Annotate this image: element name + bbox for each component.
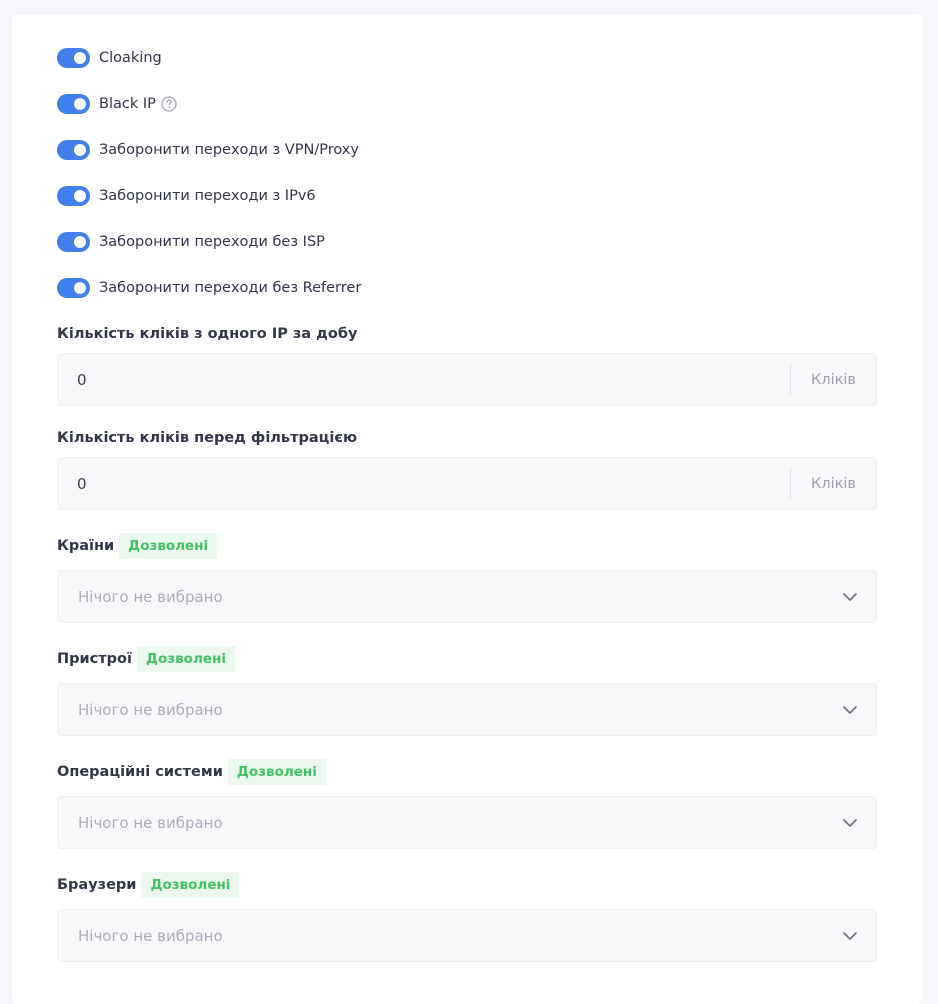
question-circle-icon[interactable]	[161, 96, 177, 112]
countries-placeholder: Нічого не вибрано	[78, 587, 223, 606]
toggle-switch[interactable]	[57, 186, 90, 206]
toggle-black-ip[interactable]: Black IP	[57, 93, 177, 115]
filter-settings-card: Cloaking Black IP Заборонити переходи з …	[12, 14, 922, 1004]
toggle-label: Заборонити переходи з IPv6	[99, 188, 316, 204]
toggle-label: Cloaking	[99, 50, 162, 66]
devices-mode-badge[interactable]: Дозволені	[137, 646, 235, 672]
clicks-before-filter-label: Кількість кліків перед фільтрацією	[57, 430, 358, 446]
toggle-block-ipv6[interactable]: Заборонити переходи з IPv6	[57, 185, 316, 207]
toggle-label: Заборонити переходи без Referrer	[99, 280, 362, 296]
chevron-down-icon[interactable]	[842, 592, 858, 602]
toggle-switch[interactable]	[57, 232, 90, 252]
os-mode-badge[interactable]: Дозволені	[227, 759, 326, 785]
os-label: Операційні системи Дозволені	[57, 759, 326, 785]
browsers-mode-badge[interactable]: Дозволені	[141, 872, 240, 898]
os-placeholder: Нічого не вибрано	[78, 813, 223, 832]
clicks-before-filter-input[interactable]: 0 Кліків	[57, 457, 877, 510]
browsers-placeholder: Нічого не вибрано	[78, 926, 223, 945]
browsers-label: Браузери Дозволені	[57, 872, 240, 898]
toggle-label: Заборонити переходи без ISP	[99, 234, 325, 250]
clicks-per-ip-value[interactable]: 0	[58, 371, 790, 389]
clicks-before-filter-value[interactable]: 0	[58, 475, 790, 493]
countries-mode-badge[interactable]: Дозволені	[119, 533, 218, 559]
devices-placeholder: Нічого не вибрано	[78, 700, 223, 719]
clicks-per-ip-input[interactable]: 0 Кліків	[57, 353, 877, 406]
toggle-cloaking[interactable]: Cloaking	[57, 47, 162, 69]
toggle-switch[interactable]	[57, 48, 90, 68]
toggle-switch[interactable]	[57, 278, 90, 298]
os-select[interactable]: Нічого не вибрано	[57, 796, 877, 849]
toggle-switch[interactable]	[57, 140, 90, 160]
clicks-before-filter-suffix: Кліків	[790, 467, 876, 500]
chevron-down-icon[interactable]	[842, 931, 858, 941]
devices-label: Пристрої Дозволені	[57, 646, 235, 672]
toggle-block-no-referrer[interactable]: Заборонити переходи без Referrer	[57, 277, 361, 299]
toggle-label: Заборонити переходи з VPN/Proxy	[99, 142, 359, 158]
clicks-per-ip-suffix: Кліків	[790, 363, 876, 396]
countries-label: Країни Дозволені	[57, 533, 218, 559]
chevron-down-icon[interactable]	[842, 705, 858, 715]
browsers-select[interactable]: Нічого не вибрано	[57, 909, 877, 962]
toggle-block-vpn-proxy[interactable]: Заборонити переходи з VPN/Proxy	[57, 139, 359, 161]
toggle-label: Black IP	[99, 96, 156, 112]
countries-select[interactable]: Нічого не вибрано	[57, 570, 877, 623]
chevron-down-icon[interactable]	[842, 818, 858, 828]
toggle-block-no-isp[interactable]: Заборонити переходи без ISP	[57, 231, 325, 253]
toggle-switch[interactable]	[57, 94, 90, 114]
devices-select[interactable]: Нічого не вибрано	[57, 683, 877, 736]
clicks-per-ip-label: Кількість кліків з одного IP за добу	[57, 326, 358, 342]
